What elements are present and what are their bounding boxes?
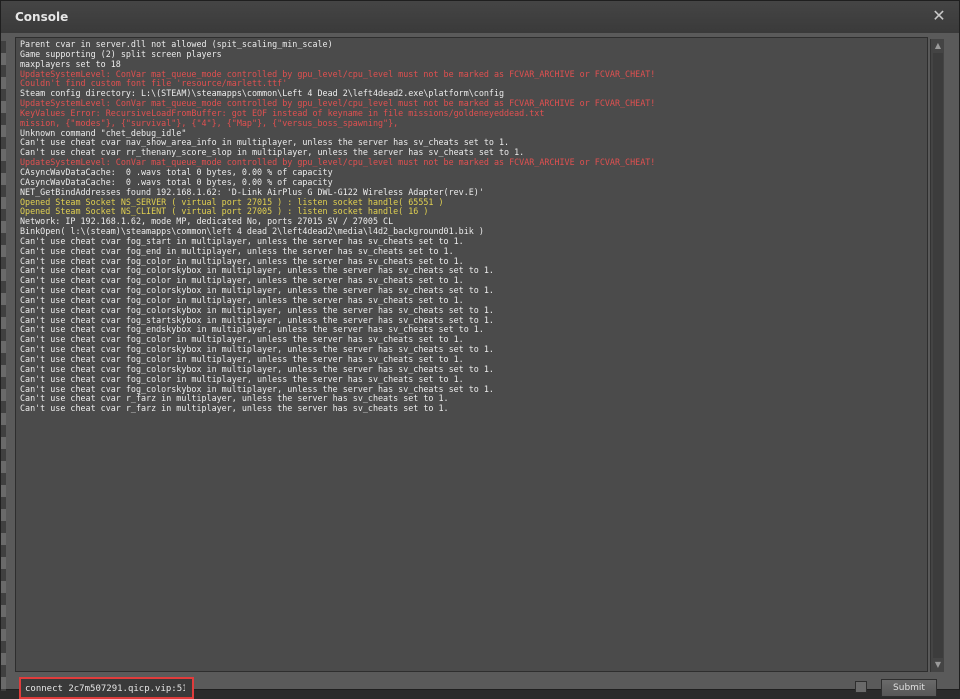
- scroll-up-icon[interactable]: ▲: [933, 41, 943, 51]
- command-input-box[interactable]: [19, 677, 194, 699]
- command-input[interactable]: [25, 681, 185, 697]
- background-edge: [1, 41, 6, 691]
- title-bar[interactable]: Console ✕: [1, 1, 959, 33]
- scrollbar[interactable]: ▲ ▼: [930, 39, 944, 672]
- scroll-down-icon[interactable]: ▼: [933, 660, 943, 670]
- console-output: Parent cvar in server.dll not allowed (s…: [15, 37, 928, 672]
- console-window: Console ✕ Parent cvar in server.dll not …: [0, 0, 960, 699]
- console-line: Game supporting (2) split screen players: [20, 48, 222, 59]
- window-title: Console: [15, 10, 69, 24]
- console-line: Can't use cheat cvar r_farz in multiplay…: [20, 403, 449, 414]
- submit-button[interactable]: Submit: [881, 679, 937, 697]
- close-icon[interactable]: ✕: [931, 8, 947, 24]
- scroll-track[interactable]: [933, 53, 943, 658]
- completion-button[interactable]: [855, 681, 867, 693]
